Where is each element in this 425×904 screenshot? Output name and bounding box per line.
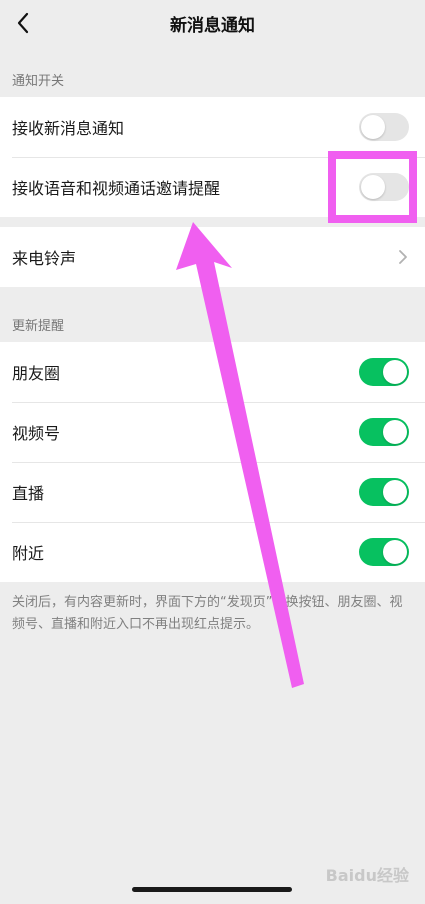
updates-group: 朋友圈 视频号 直播 附近 (0, 342, 425, 582)
notify-group: 接收新消息通知 接收语音和视频通话邀请提醒 (0, 97, 425, 217)
row-label: 直播 (12, 484, 45, 503)
live-toggle[interactable] (359, 478, 409, 506)
nav-bar: 新消息通知 (0, 0, 425, 46)
chevron-left-icon (17, 12, 29, 34)
row-call-invite-reminder: 接收语音和视频通话邀请提醒 (0, 157, 425, 217)
row-live: 直播 (0, 462, 425, 522)
row-ringtone[interactable]: 来电铃声 (0, 227, 425, 287)
row-label: 附近 (12, 544, 45, 563)
toggle-knob (361, 115, 385, 139)
row-receive-new-message: 接收新消息通知 (0, 97, 425, 157)
home-indicator (132, 887, 292, 892)
row-label: 朋友圈 (12, 364, 61, 383)
toggle-knob (383, 360, 407, 384)
section-gap (0, 217, 425, 227)
section-label-updates: 更新提醒 (12, 319, 65, 334)
row-label: 视频号 (12, 424, 61, 443)
row-label: 来电铃声 (12, 249, 77, 268)
toggle-knob (383, 420, 407, 444)
moments-toggle[interactable] (359, 358, 409, 386)
section-label-notify: 通知开关 (12, 74, 65, 89)
watermark: Baidu经验 (325, 866, 409, 885)
toggle-knob (383, 540, 407, 564)
row-label: 接收语音和视频通话邀请提醒 (12, 179, 221, 198)
toggle-knob (361, 175, 385, 199)
chevron-right-icon (399, 250, 407, 264)
footnote: 关闭后，有内容更新时，界面下方的“发现页”切换按钮、朋友圈、视频号、直播和附近入… (12, 595, 403, 632)
row-label: 接收新消息通知 (12, 119, 125, 138)
channels-toggle[interactable] (359, 418, 409, 446)
receive-new-message-toggle[interactable] (359, 113, 409, 141)
row-channels: 视频号 (0, 402, 425, 462)
toggle-knob (383, 480, 407, 504)
row-moments: 朋友圈 (0, 342, 425, 402)
nearby-toggle[interactable] (359, 538, 409, 566)
back-button[interactable] (6, 6, 40, 40)
page-title: 新消息通知 (170, 15, 255, 36)
call-invite-reminder-toggle[interactable] (359, 173, 409, 201)
row-nearby: 附近 (0, 522, 425, 582)
ringtone-group: 来电铃声 (0, 227, 425, 287)
